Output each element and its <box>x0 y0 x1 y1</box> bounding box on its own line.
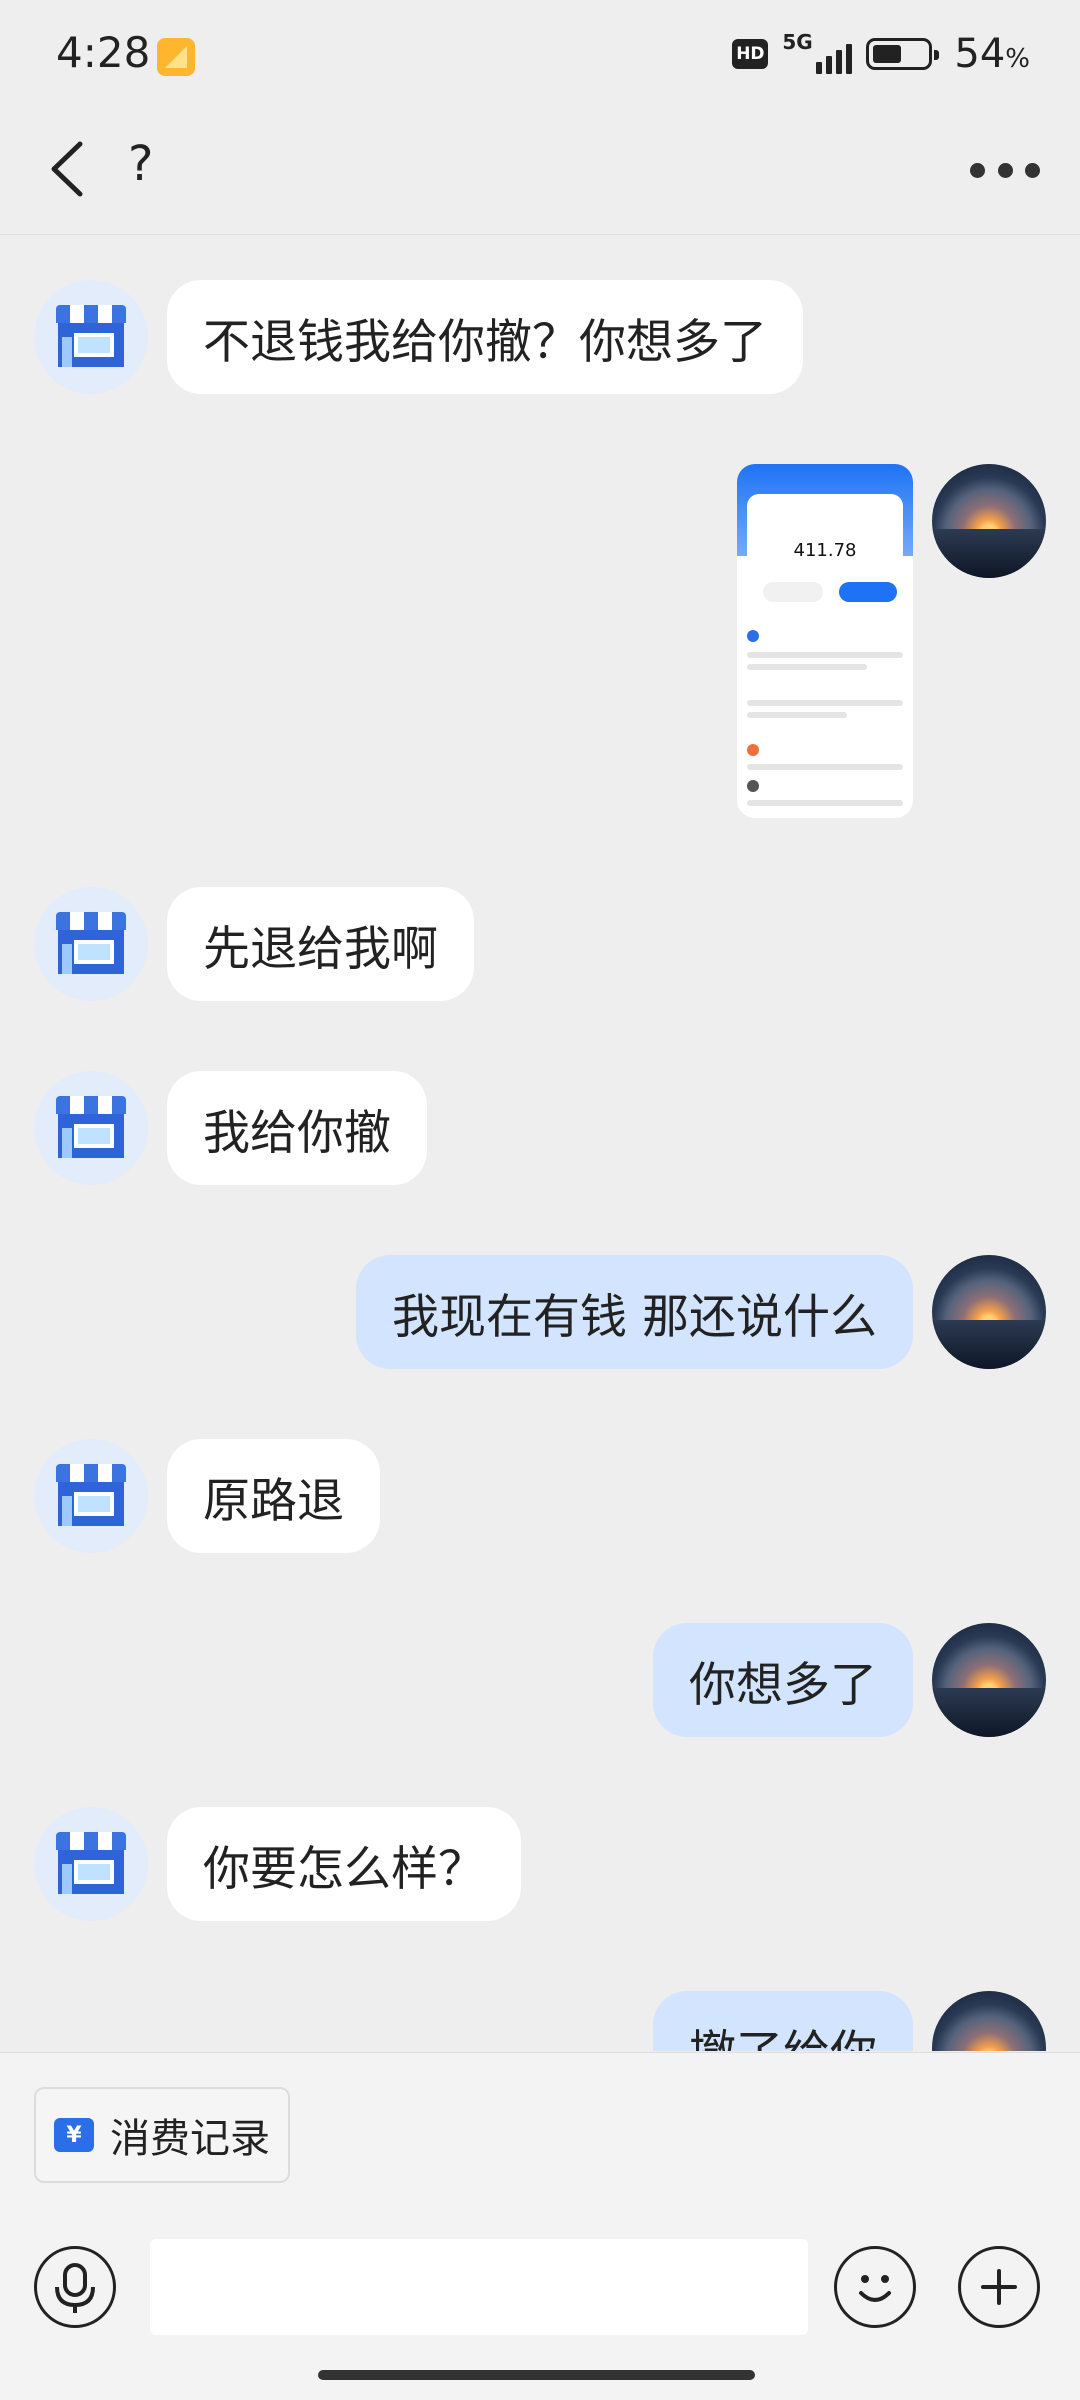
store-avatar[interactable] <box>34 1439 148 1553</box>
battery-percent: 54% <box>954 31 1030 77</box>
store-avatar[interactable] <box>34 280 148 394</box>
message-bubble-sent[interactable]: 撤了给你 <box>653 1991 913 2051</box>
smiley-icon <box>859 2275 891 2302</box>
plus-icon <box>981 2269 1017 2305</box>
store-avatar[interactable] <box>34 1807 148 1921</box>
battery-icon <box>866 38 940 70</box>
signal-icon: 5G <box>782 30 853 74</box>
store-avatar[interactable] <box>34 887 148 1001</box>
voice-input-button[interactable] <box>34 2246 116 2328</box>
message-bubble-received[interactable]: 原路退 <box>167 1439 380 1553</box>
hd-icon: HD <box>732 39 769 69</box>
emoji-button[interactable] <box>834 2246 916 2328</box>
status-bar: 4:28 HD 5G 54% <box>0 0 1080 110</box>
gallery-app-icon <box>157 38 195 76</box>
purchase-records-button[interactable]: ¥ 消费记录 <box>34 2087 290 2183</box>
microphone-icon <box>55 2263 95 2313</box>
more-actions-button[interactable] <box>958 2246 1040 2328</box>
user-avatar[interactable] <box>932 1991 1046 2051</box>
receipt-icon: ¥ <box>54 2118 94 2152</box>
status-indicators: HD 5G 54% <box>732 28 1030 80</box>
store-avatar[interactable] <box>34 1071 148 1185</box>
message-bubble-received[interactable]: 先退给我啊 <box>167 887 474 1001</box>
back-button[interactable] <box>40 134 100 204</box>
user-avatar[interactable] <box>932 1623 1046 1737</box>
image-message[interactable]: 411.78 <box>737 464 913 818</box>
message-bubble-sent[interactable]: 我现在有钱 那还说什么 <box>356 1255 913 1369</box>
chat-message-list[interactable]: 不退钱我给你撤？你想多了 411.78 先退给我啊 我给你撤 我现在有钱 那还说… <box>0 236 1080 2051</box>
more-options-button[interactable] <box>970 140 1040 200</box>
user-avatar[interactable] <box>932 1255 1046 1369</box>
purchase-records-label: 消费记录 <box>110 2116 270 2162</box>
image-amount-text: 411.78 <box>793 540 857 561</box>
message-bubble-received[interactable]: 不退钱我给你撤？你想多了 <box>167 280 803 394</box>
message-input[interactable] <box>150 2239 808 2335</box>
user-avatar[interactable] <box>932 464 1046 578</box>
input-panel: ¥ 消费记录 <box>0 2052 1080 2400</box>
message-bubble-received[interactable]: 你要怎么样？ <box>167 1807 521 1921</box>
chevron-left-icon <box>51 141 83 197</box>
network-type-label: 5G <box>782 30 813 54</box>
more-dots-icon <box>970 162 985 178</box>
chat-title: ? <box>128 136 154 192</box>
status-time: 4:28 <box>56 28 151 77</box>
message-bubble-sent[interactable]: 你想多了 <box>653 1623 913 1737</box>
message-bubble-received[interactable]: 我给你撤 <box>167 1071 427 1185</box>
home-indicator[interactable] <box>318 2370 755 2380</box>
nav-bar: ? <box>0 110 1080 235</box>
